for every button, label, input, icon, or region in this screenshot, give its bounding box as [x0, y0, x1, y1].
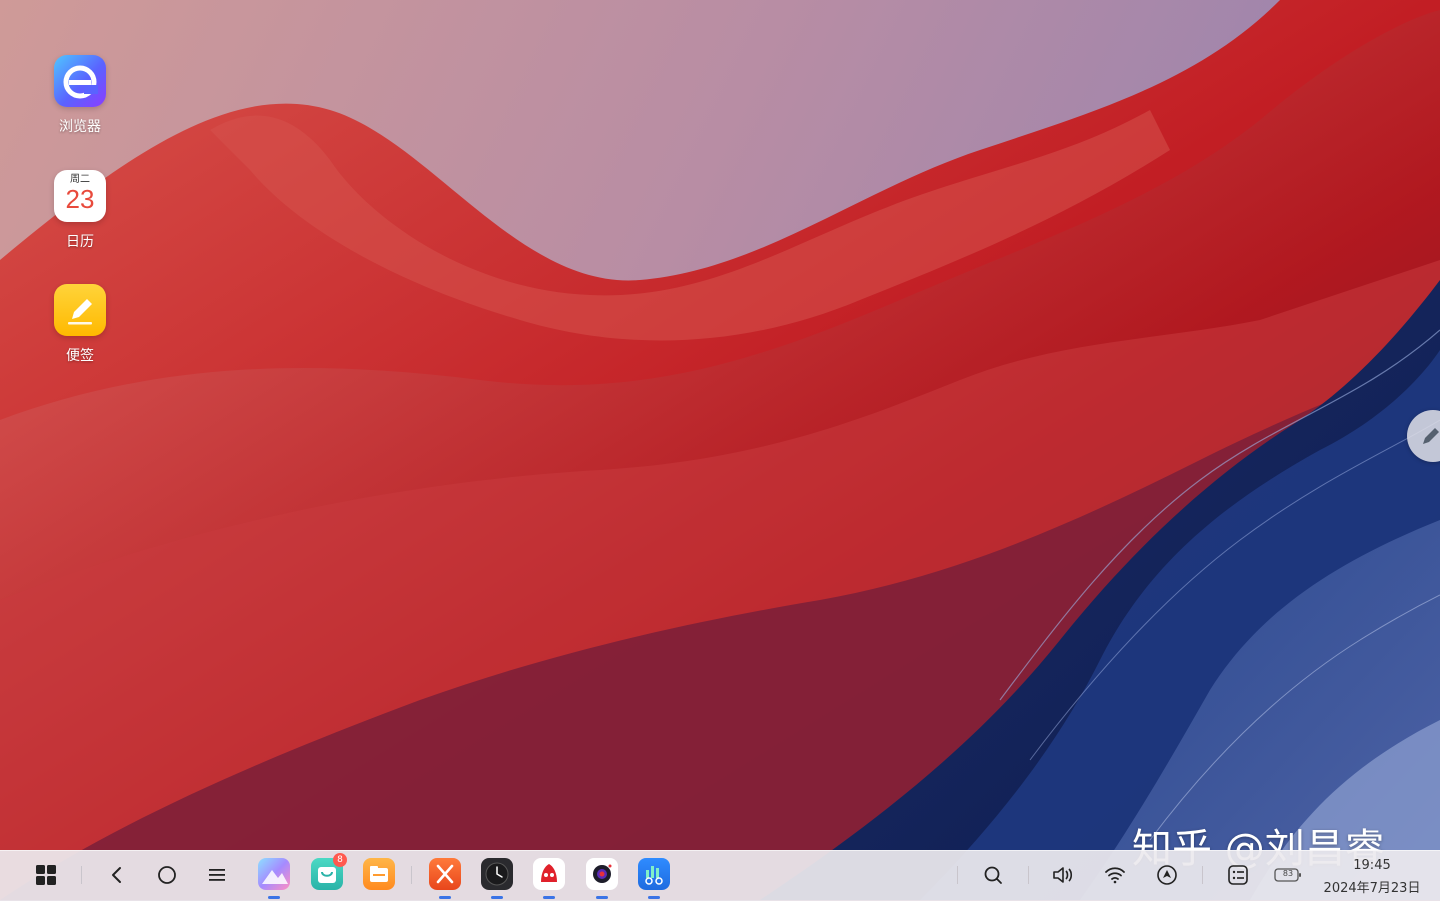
- desktop-icon-label: 日历: [66, 234, 94, 250]
- search-button[interactable]: [978, 850, 1008, 900]
- desktop-icon-calendar[interactable]: 周二 23 日历: [30, 170, 130, 251]
- gallery-icon: [262, 870, 288, 884]
- desktop-icon-browser[interactable]: 浏览器: [30, 55, 130, 136]
- notifications-button[interactable]: [1223, 850, 1253, 900]
- app-gallery[interactable]: [258, 858, 290, 890]
- battery-level: 83: [1282, 869, 1294, 878]
- app-slides[interactable]: [429, 858, 461, 890]
- benchmark-icon: [645, 866, 663, 885]
- calendar-day: 23: [65, 184, 95, 214]
- running-indicator: [543, 896, 555, 899]
- clock-time[interactable]: 19:45: [1345, 858, 1399, 873]
- desktop-icon-label: 便签: [66, 348, 94, 364]
- antutu-icon: [541, 864, 557, 882]
- notifications-icon: [1228, 865, 1248, 885]
- running-indicator: [439, 896, 451, 899]
- home-button[interactable]: [152, 850, 182, 900]
- wifi-button[interactable]: [1100, 850, 1130, 900]
- battery-button[interactable]: 83: [1272, 850, 1304, 900]
- running-indicator: [491, 896, 503, 899]
- pen-icon: [1423, 428, 1439, 444]
- running-indicator: [648, 896, 660, 899]
- notification-badge: 8: [333, 853, 347, 867]
- slides-icon: [436, 864, 454, 884]
- desktop-icon-notes[interactable]: 便签: [30, 284, 130, 365]
- start-button[interactable]: [30, 850, 62, 900]
- browser-icon: [54, 55, 106, 107]
- clock-date[interactable]: 2024年7月23日: [1318, 877, 1426, 896]
- notes-icon: [54, 284, 106, 336]
- taskbar-separator: [81, 866, 82, 884]
- taskbar-separator: [1202, 866, 1203, 884]
- desktop-icon-label: 浏览器: [59, 119, 101, 135]
- camera-icon: [593, 864, 612, 883]
- search-icon: [984, 866, 1002, 884]
- navigation-icon: [1157, 865, 1177, 885]
- running-indicator: [596, 896, 608, 899]
- menu-icon: [209, 869, 225, 881]
- calendar-icon: 周二 23: [54, 170, 106, 222]
- app-antutu[interactable]: [533, 858, 565, 890]
- desktop-wallpaper: [0, 0, 1440, 900]
- taskbar-separator: [957, 866, 958, 884]
- floating-pen-button[interactable]: [1407, 410, 1440, 462]
- app-camera[interactable]: [586, 858, 618, 890]
- start-icon: [36, 865, 56, 885]
- recents-button[interactable]: [202, 850, 232, 900]
- app-clock[interactable]: [481, 858, 513, 890]
- back-button[interactable]: [102, 850, 132, 900]
- volume-icon: [1053, 867, 1073, 883]
- taskbar-separator: [411, 866, 412, 884]
- app-files[interactable]: [363, 858, 395, 890]
- folder-icon: [370, 866, 388, 882]
- clock-icon: [485, 862, 509, 886]
- back-icon: [112, 867, 121, 883]
- navigation-button[interactable]: [1152, 850, 1182, 900]
- app-benchmark[interactable]: [638, 858, 670, 890]
- wifi-icon: [1105, 867, 1125, 884]
- home-icon: [158, 866, 176, 884]
- volume-button[interactable]: [1048, 850, 1078, 900]
- taskbar-separator: [1028, 866, 1029, 884]
- running-indicator: [268, 896, 280, 899]
